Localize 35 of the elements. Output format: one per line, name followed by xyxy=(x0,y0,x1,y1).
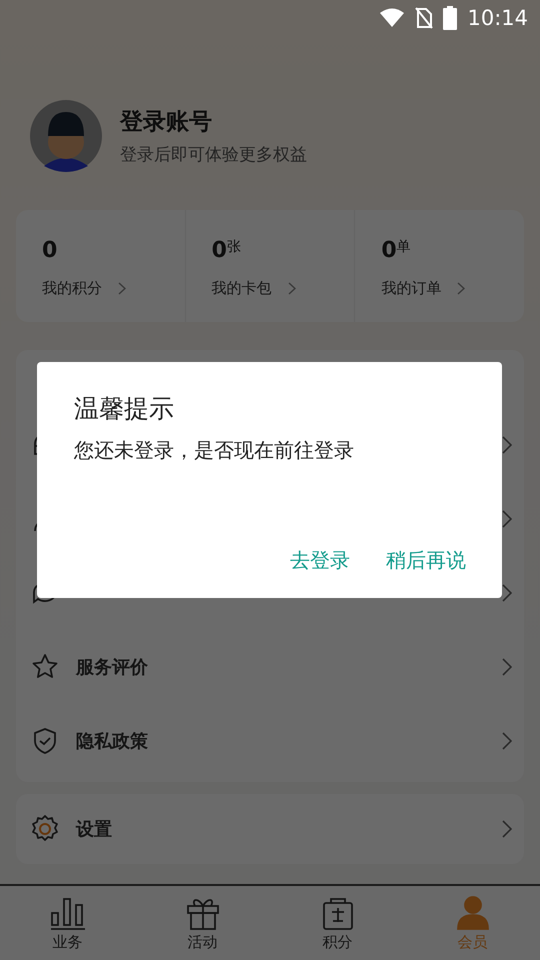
tab[interactable]: 积分 xyxy=(270,886,405,960)
settings-card[interactable]: 设置 xyxy=(16,794,524,864)
menu-label: 设置 xyxy=(76,818,112,841)
settings-icon xyxy=(30,814,60,844)
stat-link[interactable]: 我的积分 xyxy=(42,279,126,298)
stat-value: 0 xyxy=(42,238,58,263)
menu-item[interactable]: 服务评价 xyxy=(16,630,524,704)
dialog-button[interactable]: 稍后再说 xyxy=(370,541,466,580)
tab[interactable]: 会员 xyxy=(405,886,540,960)
chevron-icon xyxy=(502,732,512,750)
chevron-icon xyxy=(502,436,512,454)
stat-link[interactable]: 我的订单 xyxy=(381,279,466,298)
login-title[interactable]: 登录账号 xyxy=(120,106,307,137)
menu-label: 隐私政策 xyxy=(76,730,148,753)
dialog-message: 您还未登录，是否现在前往登录 xyxy=(74,437,354,464)
tab[interactable]: 活动 xyxy=(135,886,270,960)
avatar xyxy=(30,100,102,172)
chevron-icon xyxy=(502,658,512,676)
chevron-icon xyxy=(288,282,296,295)
menu-label: 服务评价 xyxy=(76,656,148,679)
login-subtitle: 登录后即可体验更多权益 xyxy=(120,144,307,166)
stat-link[interactable]: 我的卡包 xyxy=(212,279,296,298)
menu-item[interactable]: 隐私政策 xyxy=(16,704,524,778)
chevron-icon xyxy=(502,510,512,528)
battery-icon xyxy=(443,6,458,30)
no-sim-icon xyxy=(415,7,434,29)
chevron-icon xyxy=(457,282,466,295)
tab[interactable]: 业务 xyxy=(0,886,135,960)
status-time: 10:14 xyxy=(467,6,528,30)
dialog-button[interactable]: 去登录 xyxy=(274,541,350,580)
wifi-icon xyxy=(379,8,406,28)
chevron-icon xyxy=(502,584,512,602)
dialog-title: 温馨提示 xyxy=(74,393,174,425)
chevron-icon xyxy=(502,820,512,838)
chevron-icon xyxy=(118,282,126,295)
